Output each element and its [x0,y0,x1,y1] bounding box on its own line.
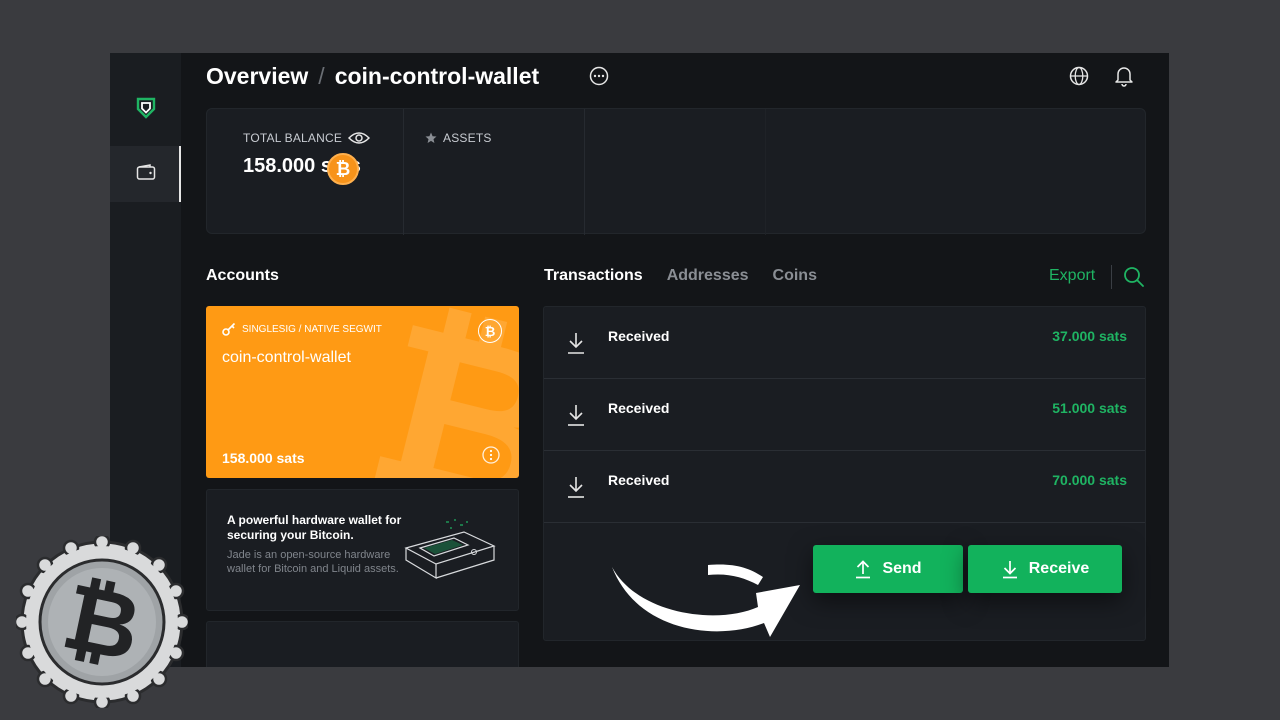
secondary-promo-card[interactable] [206,621,519,667]
page-title: Overview / coin-control-wallet [206,61,539,91]
transaction-amount: 37.000 sats [1052,328,1127,344]
more-options-icon[interactable] [589,66,609,91]
shield-logo-icon[interactable] [135,96,157,120]
accounts-title: Accounts [206,267,279,284]
transaction-row[interactable]: Received 70.000 sats [544,451,1145,523]
tab-addresses[interactable]: Addresses [667,267,749,285]
download-icon [568,477,584,498]
divider [765,109,766,235]
key-icon [222,322,236,336]
globe-icon[interactable] [1069,66,1089,91]
hardware-wallet-promo[interactable]: A powerful hardware wallet for securing … [206,489,519,611]
transaction-row[interactable]: Received 37.000 sats [544,307,1145,379]
jade-device-icon [402,518,498,595]
promo-description: Jade is an open-source hardware wallet f… [227,549,399,575]
account-balance: 158.000 sats [222,450,305,466]
bitcoin-asset-icon[interactable]: ₿ [327,153,359,185]
total-balance-label-text: TOTAL BALANCE [243,131,343,145]
transactions-tabs: Transactions Addresses Coins [544,267,817,285]
account-type-text: SINGLESIG / NATIVE SEGWIT [242,323,382,335]
promo-title: A powerful hardware wallet for securing … [227,513,402,542]
download-icon [568,405,584,426]
transaction-label: Received [608,328,670,344]
assets-label: ASSETS [425,131,492,145]
annotation-arrow-icon [608,555,808,650]
account-name: coin-control-wallet [222,349,351,366]
upload-icon [856,560,871,579]
send-label: Send [882,560,922,577]
notification-bell-icon[interactable] [1114,65,1134,92]
tab-coins[interactable]: Coins [773,267,817,285]
assets-label-text: ASSETS [443,131,492,145]
divider [584,109,585,235]
tab-transactions[interactable]: Transactions [544,267,643,285]
transaction-amount: 51.000 sats [1052,400,1127,416]
bitcoin-badge-logo: ₿ [13,533,191,713]
export-button[interactable]: Export [1049,267,1095,285]
total-balance-label: TOTAL BALANCE [243,131,371,145]
search-icon[interactable] [1123,266,1145,293]
divider [403,109,404,235]
account-more-icon[interactable] [481,445,501,470]
breadcrumb-wallet-name: coin-control-wallet [334,62,540,89]
star-icon [425,132,437,143]
divider [1111,265,1112,289]
eye-icon[interactable] [348,131,371,145]
receive-button[interactable]: Receive [968,545,1122,593]
bitcoin-icon: ₿ [478,319,502,343]
receive-label: Receive [1028,560,1090,577]
transaction-label: Received [608,472,670,488]
send-button[interactable]: Send [813,545,963,593]
transaction-row[interactable]: Received 51.000 sats [544,379,1145,451]
breadcrumb-separator: / [318,62,325,89]
breadcrumb-overview[interactable]: Overview [206,63,308,90]
wallet-icon [136,164,156,180]
download-icon [568,333,584,354]
sidebar-item-wallet[interactable] [110,146,181,202]
account-card[interactable]: ₿ SINGLESIG / NATIVE SEGWIT ₿ coin-contr… [206,306,519,478]
transaction-amount: 70.000 sats [1052,472,1127,488]
transaction-label: Received [608,400,670,416]
download-icon [1002,561,1017,579]
account-type: SINGLESIG / NATIVE SEGWIT [222,322,382,336]
